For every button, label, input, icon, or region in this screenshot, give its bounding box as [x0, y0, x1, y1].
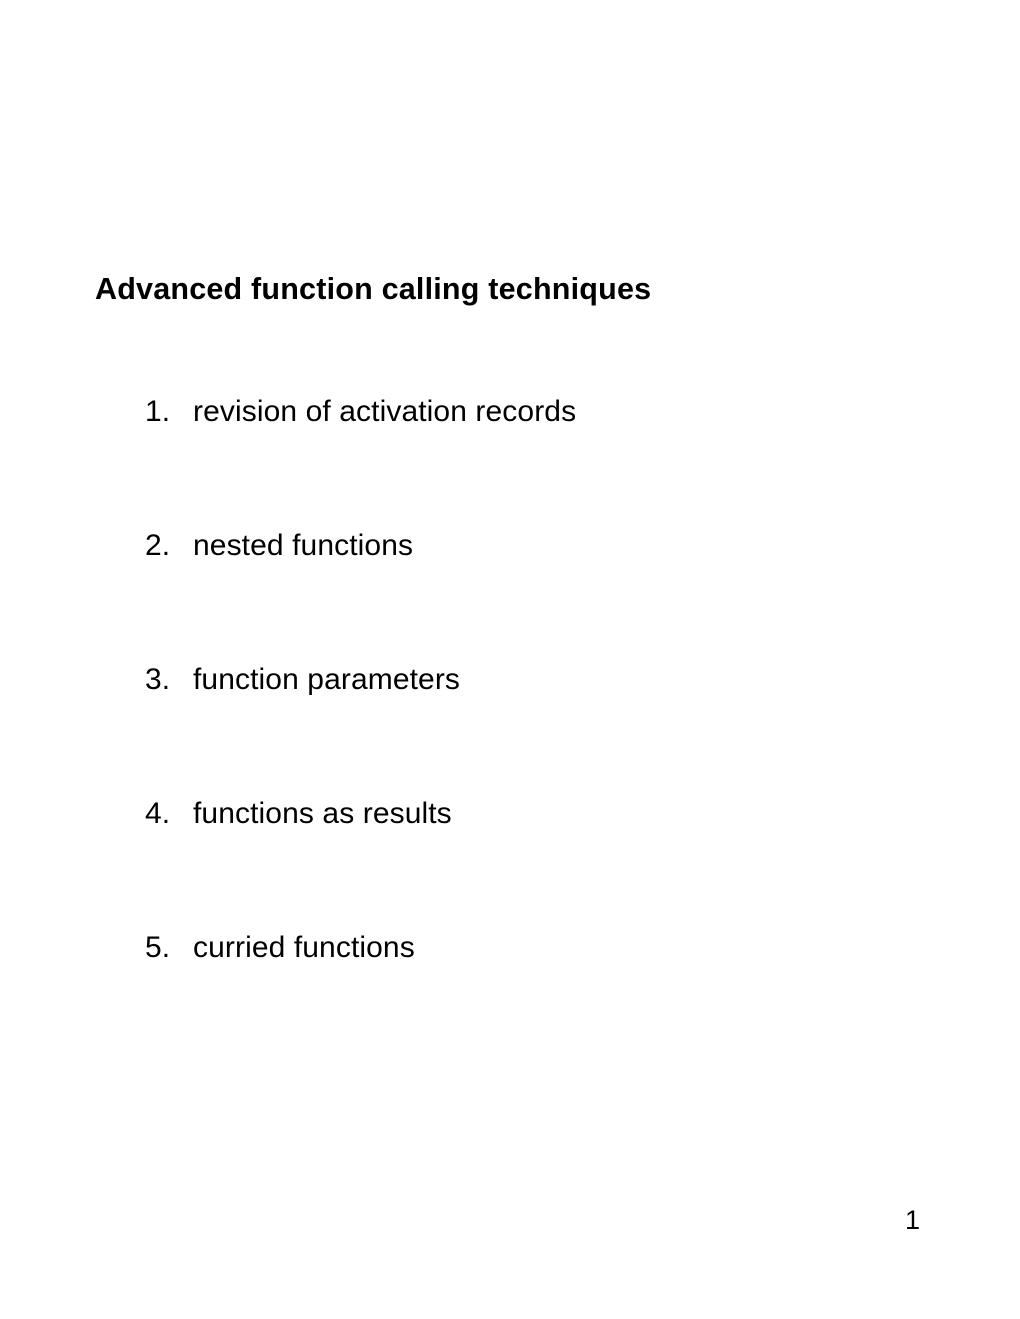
list-text: function parameters: [193, 663, 460, 697]
list-item: 2. nested functions: [145, 529, 925, 563]
list-number: 3.: [145, 663, 193, 697]
document-page: Advanced function calling techniques 1. …: [0, 0, 1020, 1319]
page-number: 1: [905, 1205, 920, 1236]
page-title: Advanced function calling techniques: [95, 272, 925, 307]
list-number: 1.: [145, 395, 193, 429]
list-item: 5. curried functions: [145, 931, 925, 965]
list-item: 4. functions as results: [145, 797, 925, 831]
ordered-list: 1. revision of activation records 2. nes…: [95, 395, 925, 965]
list-item: 1. revision of activation records: [145, 395, 925, 429]
list-text: revision of activation records: [193, 395, 576, 429]
list-text: nested functions: [193, 529, 413, 563]
list-number: 2.: [145, 529, 193, 563]
list-text: curried functions: [193, 931, 415, 965]
list-item: 3. function parameters: [145, 663, 925, 697]
list-number: 5.: [145, 931, 193, 965]
list-number: 4.: [145, 797, 193, 831]
list-text: functions as results: [193, 797, 452, 831]
